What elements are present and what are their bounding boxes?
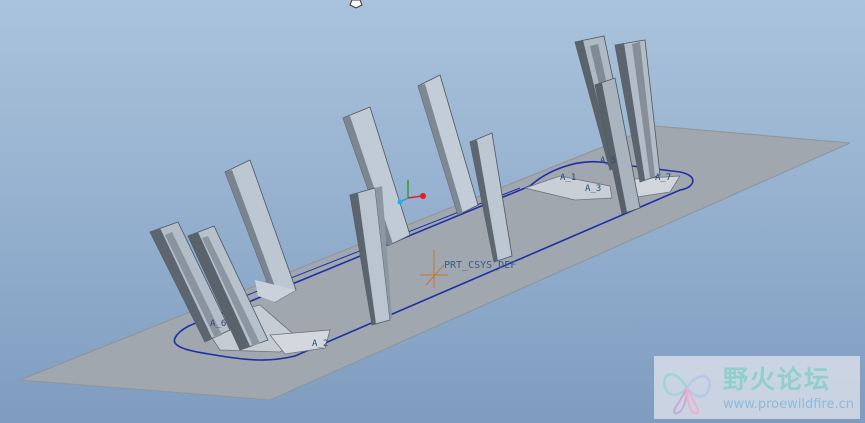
- pillar-6[interactable]: [417, 74, 479, 216]
- datum-label-a6: A_6: [210, 319, 226, 329]
- datum-label-a5: A_5: [600, 156, 616, 166]
- model-viewport[interactable]: PRT_CSYS_DEF A_5 A_1 A_3 A_7 A_6 A_2 野火论…: [0, 0, 865, 423]
- forum-watermark: 野火论坛 www.proewildfire.cn: [654, 356, 860, 419]
- watermark-url: www.proewildfire.cn: [723, 397, 854, 412]
- csys-label: PRT_CSYS_DEF: [444, 260, 516, 271]
- mouse-cursor-icon: [349, 0, 363, 9]
- datum-label-a3: A_3: [585, 184, 601, 194]
- datum-label-a1: A_1: [560, 173, 576, 183]
- datum-label-a7: A_7: [655, 173, 671, 183]
- datum-label-a2: A_2: [312, 339, 328, 349]
- watermark-title: 野火论坛: [723, 365, 832, 394]
- butterfly-logo-icon: [663, 373, 711, 415]
- csys-triad-top[interactable]: [397, 180, 427, 205]
